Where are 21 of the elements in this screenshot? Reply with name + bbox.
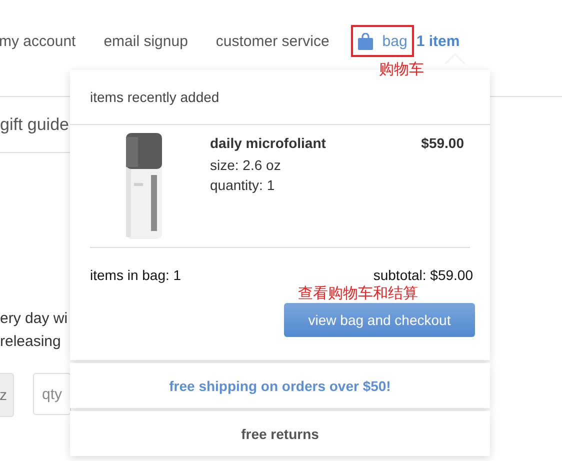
nav-link[interactable]: customer service bbox=[216, 32, 330, 50]
size-button[interactable]: z bbox=[0, 373, 14, 417]
body-text: ery day wi bbox=[0, 309, 68, 329]
annotation-text: 查看购物车和结算 bbox=[298, 284, 418, 303]
product-price: $59.00 bbox=[421, 134, 464, 153]
promo-text: free returns bbox=[241, 426, 319, 442]
menu-item[interactable]: gift guide bbox=[0, 114, 69, 134]
popup-heading: items recently added bbox=[90, 89, 220, 105]
bag-count-link[interactable]: 1 item bbox=[416, 32, 460, 50]
qty-field[interactable]: qty bbox=[33, 373, 71, 415]
nav-link[interactable]: my account bbox=[0, 32, 76, 50]
product-name[interactable]: daily microfoliant bbox=[210, 135, 422, 151]
product-quantity: quantity: 1 bbox=[210, 176, 276, 195]
shopping-bag-icon bbox=[358, 32, 374, 50]
promo-text: free shipping on orders over $50! bbox=[169, 378, 391, 394]
nav-link[interactable]: email signup bbox=[104, 32, 188, 50]
product-size: size: 2.6 oz bbox=[210, 156, 282, 175]
subtotal: subtotal: $59.00 bbox=[373, 267, 473, 283]
body-text: releasing bbox=[0, 332, 61, 352]
items-count: items in bag: 1 bbox=[90, 267, 182, 283]
annotation-text: 购物车 bbox=[379, 60, 424, 79]
